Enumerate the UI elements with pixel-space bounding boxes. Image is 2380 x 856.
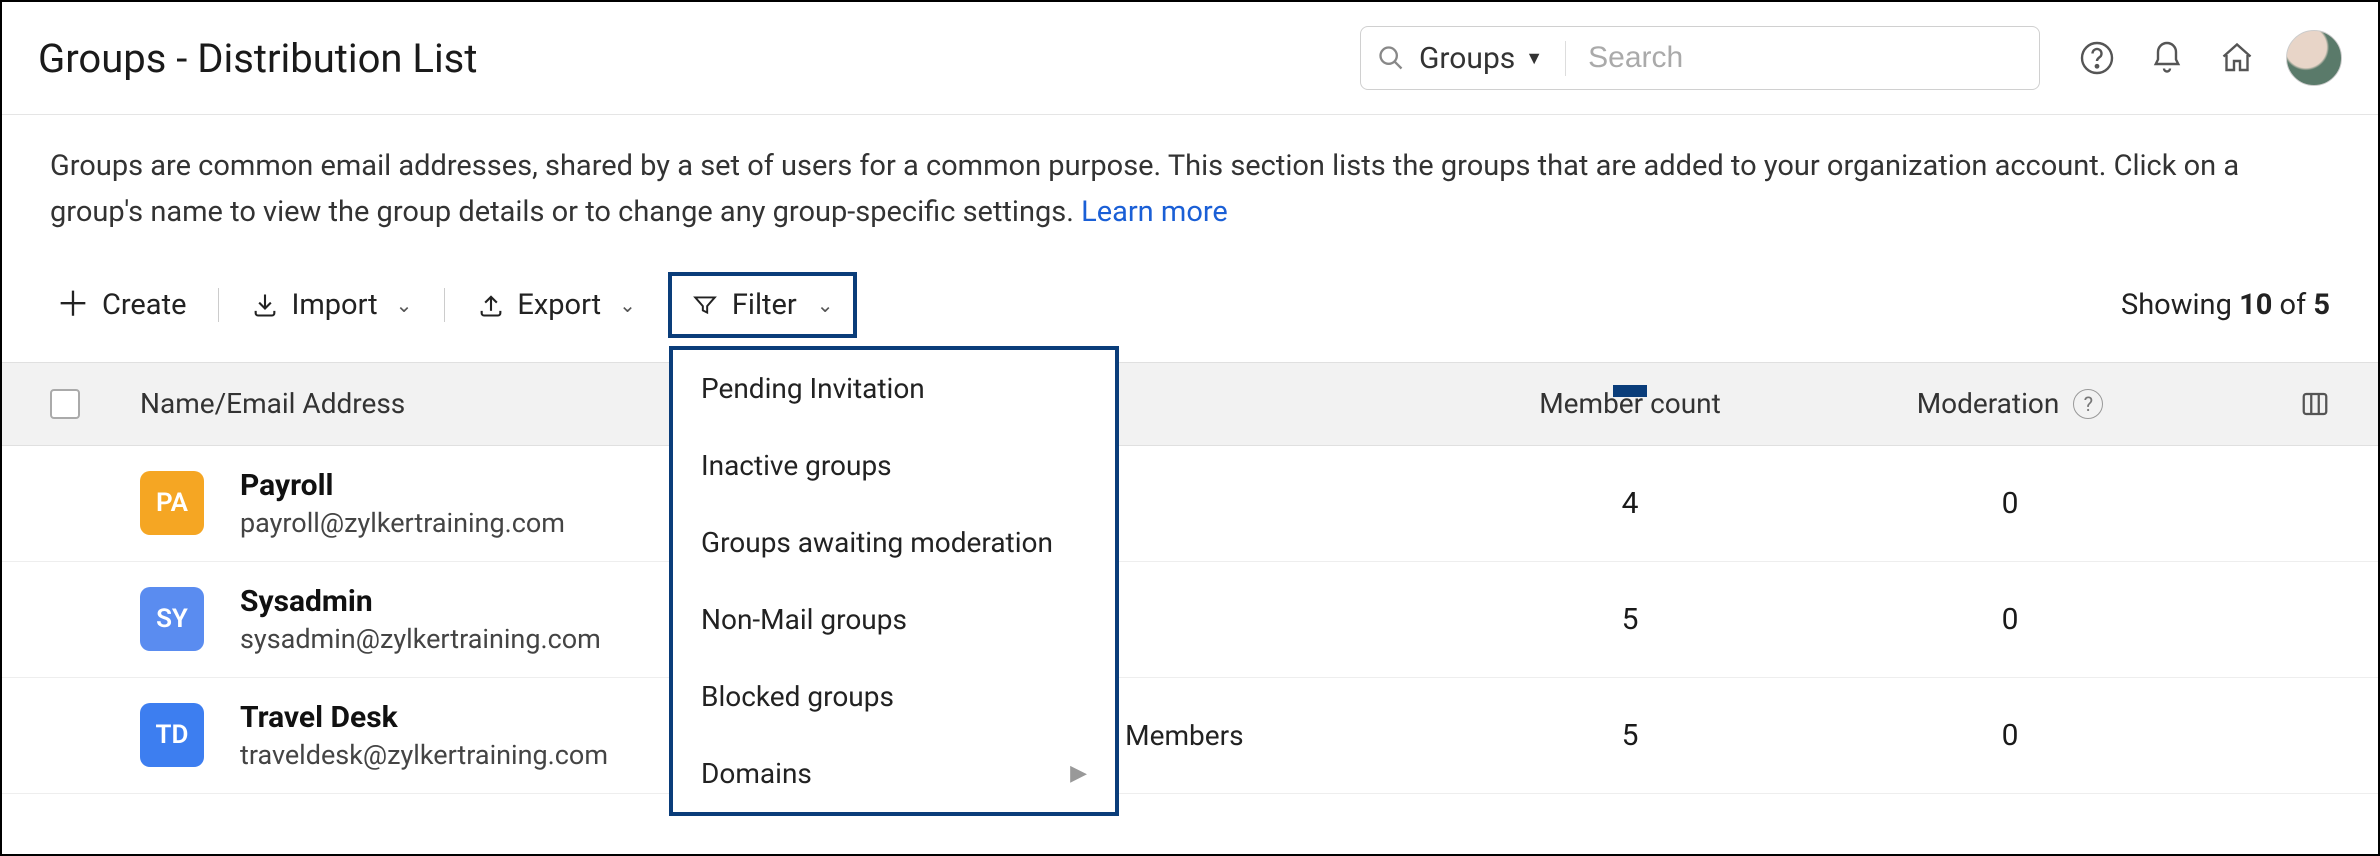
- filter-option-blocked-groups[interactable]: Blocked groups: [673, 658, 1115, 735]
- group-avatar: PA: [140, 471, 204, 535]
- search-icon: [1377, 44, 1405, 72]
- group-email: sysadmin@zylkertraining.com: [240, 623, 601, 655]
- caret-down-icon: ▼: [1525, 48, 1543, 69]
- select-all-checkbox[interactable]: [50, 389, 80, 419]
- page-title: Groups - Distribution List: [38, 35, 477, 82]
- import-button[interactable]: Import ⌄: [245, 282, 418, 328]
- sort-indicator: [1613, 385, 1647, 397]
- group-name[interactable]: Sysadmin: [240, 584, 601, 619]
- group-moderation: 0: [1820, 602, 2200, 637]
- filter-option-domains[interactable]: Domains ▶: [673, 735, 1115, 812]
- group-avatar: TD: [140, 703, 204, 767]
- search-input[interactable]: [1588, 41, 2023, 75]
- table-row[interactable]: SY Sysadmin sysadmin@zylkertraining.com …: [2, 562, 2378, 678]
- avatar[interactable]: [2286, 30, 2342, 86]
- table-row[interactable]: TD Travel Desk traveldesk@zylkertraining…: [2, 678, 2378, 794]
- column-settings-icon[interactable]: [2300, 389, 2330, 419]
- search-box[interactable]: Groups ▼: [1360, 26, 2040, 90]
- chevron-down-icon: ⌄: [817, 293, 834, 317]
- search-scope-dropdown[interactable]: Groups ▼: [1419, 41, 1566, 76]
- filter-icon: [692, 292, 718, 318]
- group-member-count: 5: [1440, 602, 1820, 637]
- bell-icon[interactable]: [2146, 37, 2188, 79]
- group-moderation: 0: [1820, 718, 2200, 753]
- help-icon[interactable]: ?: [2073, 389, 2103, 419]
- create-button[interactable]: ＋ Create: [50, 282, 192, 328]
- column-moderation[interactable]: Moderation ?: [1820, 387, 2200, 420]
- group-email: traveldesk@zylkertraining.com: [240, 739, 608, 771]
- export-button[interactable]: Export ⌄: [471, 282, 641, 328]
- filter-option-non-mail-groups[interactable]: Non-Mail groups: [673, 581, 1115, 658]
- chevron-right-icon: ▶: [1070, 761, 1087, 786]
- group-avatar: SY: [140, 587, 204, 651]
- filter-option-groups-awaiting-moderation[interactable]: Groups awaiting moderation: [673, 504, 1115, 581]
- filter-option-pending-invitation[interactable]: Pending Invitation: [673, 350, 1115, 427]
- table-row[interactable]: PA Payroll payroll@zylkertraining.com Me…: [2, 446, 2378, 562]
- group-name[interactable]: Travel Desk: [240, 700, 608, 735]
- export-icon: [477, 291, 505, 319]
- page-description: Groups are common email addresses, share…: [2, 115, 2378, 236]
- search-scope-label: Groups: [1419, 41, 1515, 76]
- plus-icon: ＋: [56, 288, 90, 322]
- home-icon[interactable]: [2216, 37, 2258, 79]
- separator: [444, 288, 445, 322]
- showing-count: Showing 10 of 5: [2121, 288, 2330, 322]
- group-email: payroll@zylkertraining.com: [240, 507, 565, 539]
- chevron-down-icon: ⌄: [619, 293, 636, 317]
- learn-more-link[interactable]: Learn more: [1081, 195, 1228, 229]
- group-moderation: 0: [1820, 486, 2200, 521]
- group-member-count: 5: [1440, 718, 1820, 753]
- column-member-count[interactable]: Member count: [1440, 387, 1820, 420]
- filter-button[interactable]: Filter ⌄: [668, 272, 858, 338]
- filter-option-inactive-groups[interactable]: Inactive groups: [673, 427, 1115, 504]
- group-member-count: 4: [1440, 486, 1820, 521]
- separator: [218, 288, 219, 322]
- filter-dropdown: Pending Invitation Inactive groups Group…: [669, 346, 1119, 816]
- help-icon[interactable]: [2076, 37, 2118, 79]
- table-header: Name/Email Address ? Member count Modera…: [2, 362, 2378, 446]
- chevron-down-icon: ⌄: [396, 293, 413, 317]
- group-name[interactable]: Payroll: [240, 468, 565, 503]
- import-icon: [251, 291, 279, 319]
